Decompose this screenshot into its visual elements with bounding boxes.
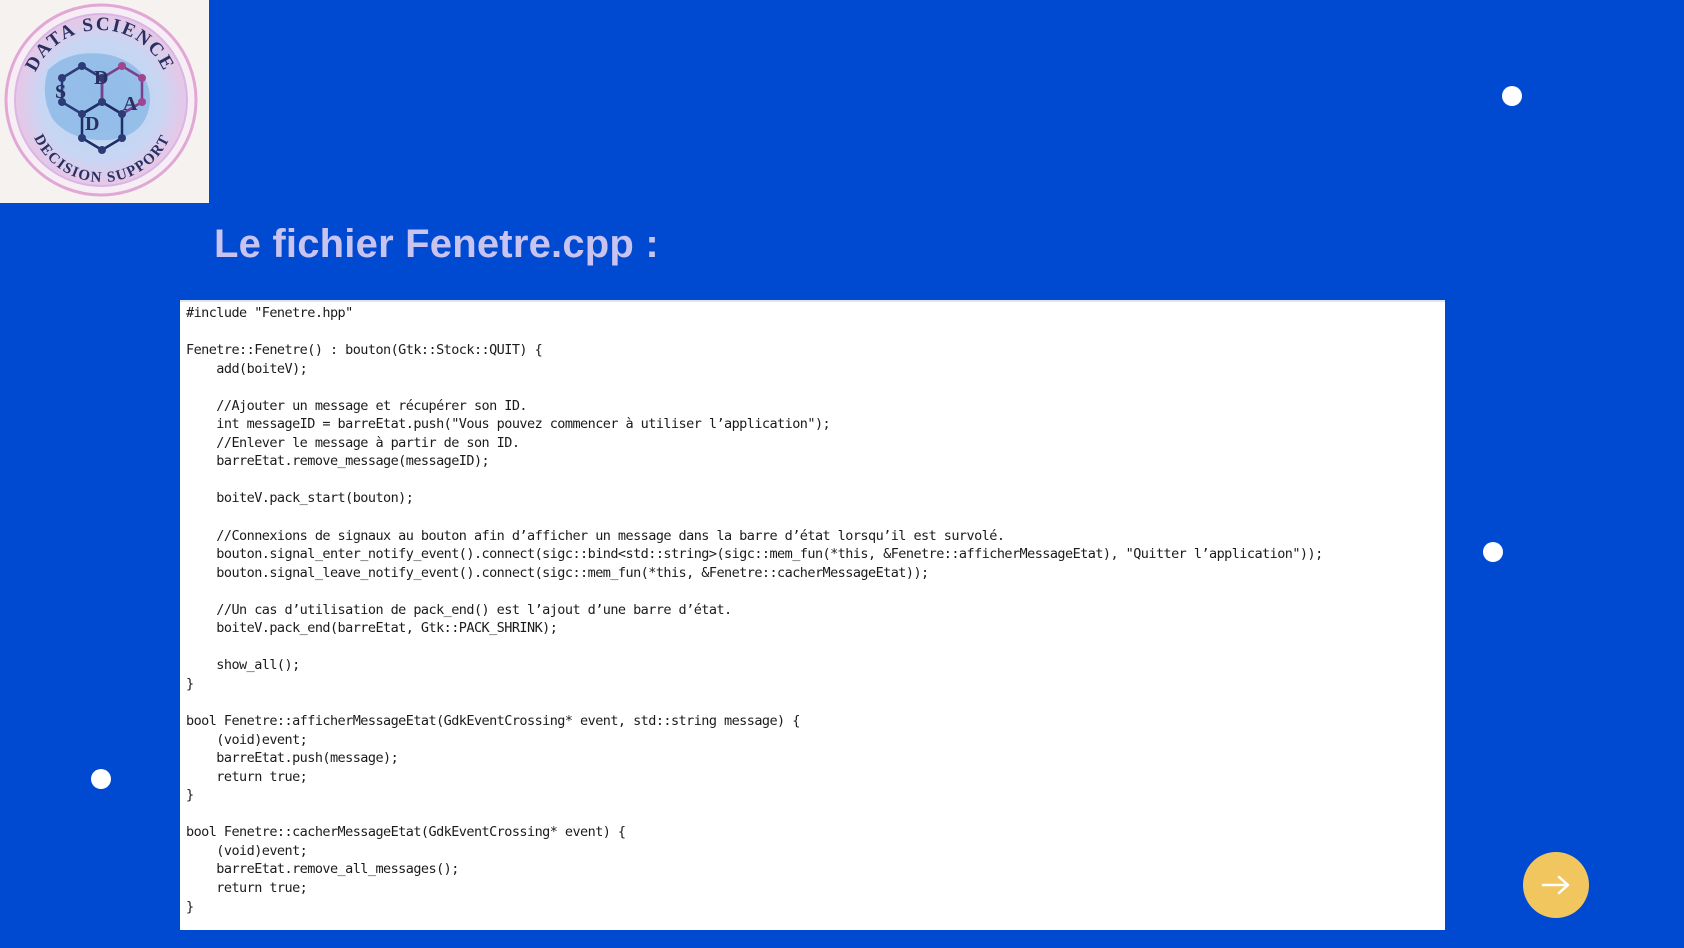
code-line: //Ajouter un message et récupérer son ID… [186, 397, 527, 414]
code-line: return true; [186, 768, 308, 785]
logo-letter: D [94, 67, 108, 89]
code-line: } [186, 898, 194, 915]
code-line: Fenetre::Fenetre() : bouton(Gtk::Stock::… [186, 342, 543, 359]
next-slide-button[interactable] [1523, 852, 1589, 918]
code-line: bool Fenetre::afficherMessageEtat(GdkEve… [186, 713, 800, 730]
decorative-dot [91, 769, 111, 789]
decorative-dot [1483, 542, 1503, 562]
code-line: add(boiteV); [186, 360, 308, 377]
code-line: bool Fenetre::cacherMessageEtat(GdkEvent… [186, 824, 626, 841]
logo-emblem: S D D A DATA SCIENCE DECISION SUPPORT [4, 3, 198, 197]
code-line: //Un cas d’utilisation de pack_end() est… [186, 601, 732, 618]
code-line: } [186, 675, 194, 692]
logo: S D D A DATA SCIENCE DECISION SUPPORT [0, 0, 209, 203]
slide-title: Le fichier Fenetre.cpp : [214, 222, 659, 266]
code-line: (void)event; [186, 731, 308, 748]
logo-letter: S [55, 81, 66, 103]
arrow-right-icon [1541, 875, 1570, 895]
code-line: } [186, 787, 194, 804]
code-line: return true; [186, 879, 308, 896]
code-line: int messageID = barreEtat.push("Vous pou… [186, 416, 831, 433]
code-line: bouton.signal_leave_notify_event().conne… [186, 564, 929, 581]
code-line: #include "Fenetre.hpp" [186, 305, 353, 321]
logo-letter: D [85, 113, 99, 135]
logo-letter: A [123, 93, 138, 115]
code-line: bouton.signal_enter_notify_event().conne… [186, 546, 1323, 563]
code-line: barreEtat.remove_all_messages(); [186, 861, 459, 878]
code-line: barreEtat.push(message); [186, 750, 399, 767]
code-screenshot: #include "Fenetre.hpp"Fenetre::Fenetre()… [180, 300, 1445, 930]
code-line: boiteV.pack_start(bouton); [186, 490, 414, 507]
code-line: boiteV.pack_end(barreEtat, Gtk::PACK_SHR… [186, 620, 558, 637]
decorative-dot [1502, 86, 1522, 106]
code-line: show_all(); [186, 657, 300, 674]
code-line: //Connexions de signaux au bouton afin d… [186, 527, 1005, 544]
code-line: //Enlever le message à partir de son ID. [186, 434, 520, 451]
code-line: barreEtat.remove_message(messageID); [186, 453, 490, 470]
code-line: (void)event; [186, 842, 308, 859]
